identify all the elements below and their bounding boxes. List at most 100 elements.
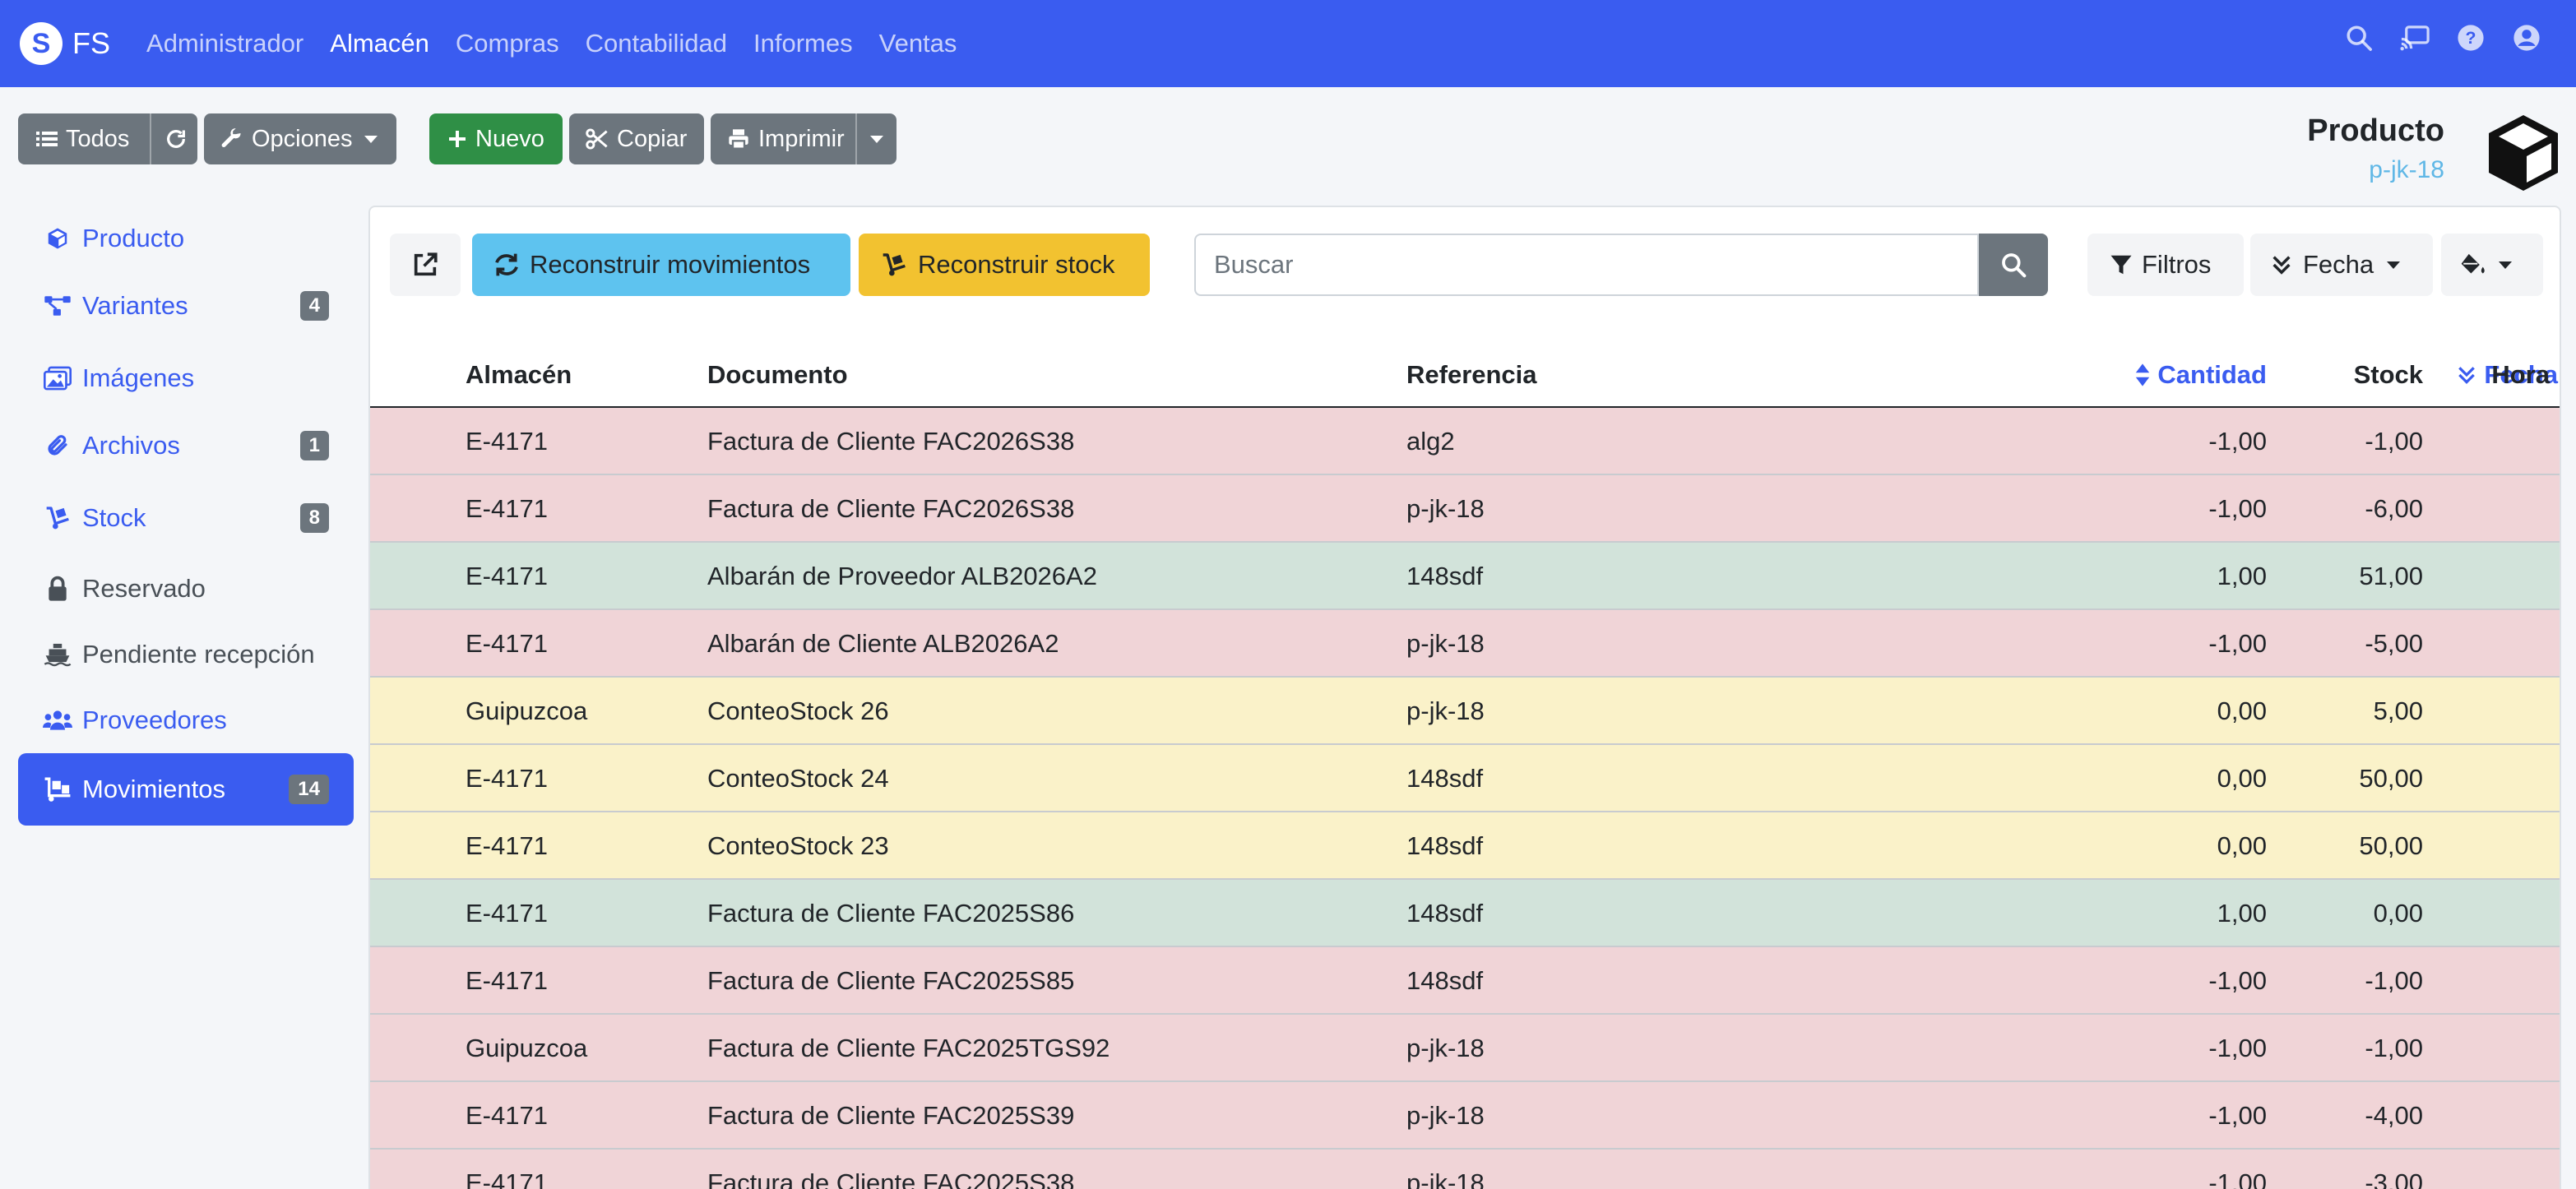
table-row[interactable]: E-4171 Albarán de Proveedor ALB2026A2 148s…	[370, 543, 2560, 610]
sidebar-item-label: Imágenes	[82, 363, 195, 392]
movements-panel: Reconstruir movimientos Reconstruir stoc…	[368, 206, 2561, 1189]
sidebar-item-imagenes[interactable]: Imágenes	[18, 342, 354, 414]
plus-icon	[447, 129, 467, 149]
all-button-label[interactable]: Todos	[66, 126, 129, 153]
print-button-label[interactable]: Imprimir	[758, 126, 845, 153]
open-external-button[interactable]	[390, 234, 461, 296]
search-button[interactable]	[1979, 234, 2048, 296]
column-referencia[interactable]: Referencia	[1406, 342, 1537, 408]
table-row[interactable]: E-4171 Factura de Cliente FAC2026S38 alg2-…	[370, 408, 2560, 475]
list-icon	[36, 129, 58, 149]
cell-almacen: Guipuzcoa	[466, 1034, 588, 1062]
cell-documento[interactable]: Factura de Cliente FAC2025TGS92	[707, 1015, 1110, 1082]
table-row[interactable]: E-4171 Factura de Cliente FAC2025S86 148sd…	[370, 880, 2560, 947]
user-icon[interactable]	[2510, 21, 2543, 54]
column-documento[interactable]: Documento	[707, 342, 848, 408]
chevron-down-icon	[2387, 261, 2401, 269]
filters-button[interactable]: Filtros	[2087, 234, 2244, 296]
button-divider	[855, 113, 857, 164]
sidebar-item-stock[interactable]: Stock 8	[18, 482, 354, 554]
cell-documento[interactable]: Factura de Cliente FAC2026S38	[707, 408, 1074, 475]
cell-documento[interactable]: ConteoStock 24	[707, 745, 889, 812]
cell-almacen: E-4171	[466, 494, 548, 523]
svg-text:?: ?	[2466, 28, 2476, 48]
sidebar-item-archivos[interactable]: Archivos 1	[18, 409, 354, 482]
navbar-icons: ?	[2319, 21, 2543, 54]
table-row[interactable]: Guipuzcoa Factura de Cliente FAC2025TGS92…	[370, 1015, 2560, 1082]
wrench-icon	[220, 127, 243, 150]
cell-referencia: 148sdf	[1406, 764, 1484, 793]
table-row[interactable]: E-4171 Factura de Cliente FAC2025S85 148sd…	[370, 947, 2560, 1015]
table-row[interactable]: E-4171 Albarán de Cliente ALB2026A2 p-jk-1…	[370, 610, 2560, 678]
menu-item-administrador[interactable]: Administrador	[146, 29, 303, 58]
cell-almacen: E-4171	[466, 1168, 548, 1189]
cell-documento[interactable]: Factura de Cliente FAC2025S38	[707, 1150, 1074, 1189]
cell-almacen: Guipuzcoa	[466, 696, 588, 725]
count-badge: 1	[299, 431, 329, 460]
table-row[interactable]: E-4171ConteoStock 24148sdf0,0050,0013-01…	[370, 745, 2560, 812]
sort-icon	[2134, 363, 2151, 387]
menu-item-contabilidad[interactable]: Contabilidad	[586, 29, 727, 58]
sidebar-item-variantes[interactable]: Variantes 4	[18, 270, 354, 342]
color-options-button[interactable]	[2441, 234, 2543, 296]
menu-item-almacen[interactable]: Almacén	[330, 29, 429, 58]
brand[interactable]: S FS	[20, 22, 110, 65]
copy-button[interactable]: Copiar	[569, 113, 704, 164]
paint-bucket-icon	[2459, 252, 2487, 278]
table-header: Almacén Documento Referencia Cantidad St…	[370, 342, 2560, 408]
cell-documento[interactable]: Factura de Cliente FAC2025S39	[707, 1082, 1074, 1150]
paperclip-icon	[43, 431, 72, 460]
cell-documento[interactable]: Factura de Cliente FAC2025S85	[707, 947, 1074, 1015]
cell-referencia: 148sdf	[1406, 562, 1484, 590]
cell-documento[interactable]: Albarán de Proveedor ALB2026A2	[707, 543, 1097, 610]
brand-name: FS	[72, 26, 111, 60]
sidebar-item-label: Producto	[82, 224, 185, 252]
column-cantidad[interactable]: Cantidad	[1604, 342, 2267, 408]
options-button[interactable]: Opciones	[204, 113, 396, 164]
printer-icon	[727, 127, 750, 150]
table-row[interactable]: E-4171 Factura de Cliente FAC2026S38 p-jk-…	[370, 475, 2560, 543]
cast-icon[interactable]	[2398, 21, 2431, 54]
help-icon[interactable]: ?	[2454, 21, 2487, 54]
sidebar-item-proveedores[interactable]: Proveedores	[18, 684, 354, 756]
sidebar-item-label: Proveedores	[82, 706, 227, 734]
sidebar-item-producto[interactable]: Producto	[18, 202, 354, 275]
sort-label: Fecha	[2303, 250, 2374, 279]
sidebar-item-movimientos[interactable]: Movimientos 14	[18, 753, 354, 826]
sidebar-item-label: Pendiente recepción	[82, 640, 315, 669]
cell-documento[interactable]: Factura de Cliente FAC2026S38	[707, 475, 1074, 543]
menu-item-ventas[interactable]: Ventas	[879, 29, 957, 58]
search-icon[interactable]	[2342, 21, 2375, 54]
column-almacen[interactable]: Almacén	[466, 342, 572, 408]
sidebar-item-label: Variantes	[82, 291, 188, 320]
sidebar-item-pendiente-recepcion[interactable]: Pendiente recepción	[18, 618, 354, 691]
sidebar-item-reservado[interactable]: Reservado	[18, 553, 354, 625]
column-cantidad-label: Cantidad	[2157, 360, 2267, 389]
count-badge: 4	[299, 291, 329, 321]
new-button-label: Nuevo	[475, 125, 544, 152]
table-row[interactable]: E-4171 Factura de Cliente FAC2025S38 p-jk-…	[370, 1150, 2560, 1189]
menu-item-compras[interactable]: Compras	[456, 29, 559, 58]
cell-almacen: E-4171	[466, 1101, 548, 1130]
new-button[interactable]: Nuevo	[429, 113, 563, 164]
cell-documento[interactable]: ConteoStock 23	[707, 812, 889, 880]
rebuild-movements-button[interactable]: Reconstruir movimientos	[472, 234, 850, 296]
table-row[interactable]: E-4171ConteoStock 23148sdf0,0050,0013-01…	[370, 812, 2560, 880]
cell-referencia: p-jk-18	[1406, 1034, 1485, 1062]
cell-referencia: 148sdf	[1406, 831, 1484, 860]
cell-documento[interactable]: Albarán de Cliente ALB2026A2	[707, 610, 1059, 678]
sort-button[interactable]: Fecha	[2250, 234, 2433, 296]
cell-documento[interactable]: Factura de Cliente FAC2025S86	[707, 880, 1074, 947]
search-input[interactable]	[1194, 234, 1979, 296]
table-row[interactable]: GuipuzcoaConteoStock 26p-jk-180,005,0013…	[370, 678, 2560, 745]
chevron-down-icon[interactable]	[870, 135, 883, 143]
rebuild-stock-button[interactable]: Reconstruir stock	[859, 234, 1150, 296]
table-row[interactable]: E-4171 Factura de Cliente FAC2025S39 p-jk-…	[370, 1082, 2560, 1150]
refresh-icon[interactable]	[164, 127, 188, 150]
column-hora[interactable]: Hora	[2426, 342, 2550, 408]
cell-documento[interactable]: ConteoStock 26	[707, 678, 889, 745]
rebuild-movements-label: Reconstruir movimientos	[530, 250, 811, 279]
menu-item-informes[interactable]: Informes	[753, 29, 853, 58]
chevron-down-icon	[364, 135, 378, 143]
cell-hora: 10:07:14	[2509, 610, 2560, 678]
